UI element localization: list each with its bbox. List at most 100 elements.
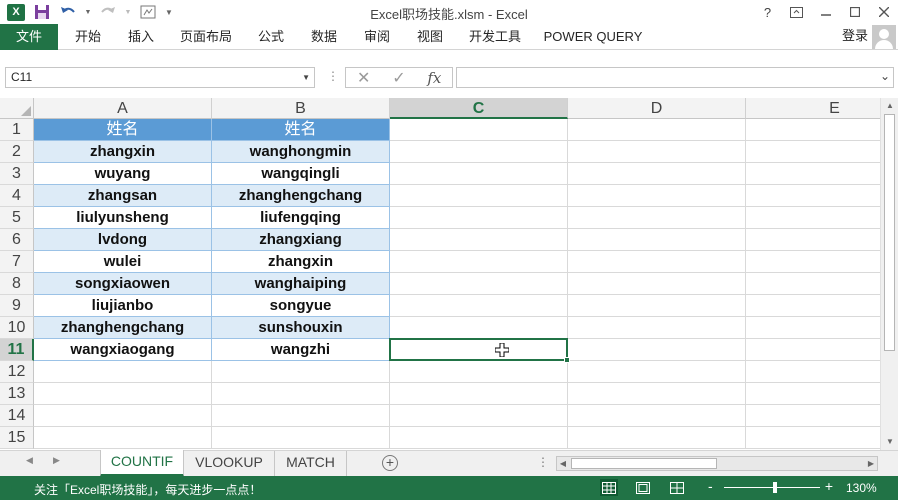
empty-cell[interactable] (390, 163, 568, 185)
row-header-11[interactable]: 11 (0, 339, 34, 361)
empty-cell[interactable] (746, 207, 880, 229)
table-header-cell[interactable]: 姓名 (34, 119, 212, 141)
empty-cell[interactable] (390, 141, 568, 163)
table-cell[interactable]: songxiaowen (34, 273, 212, 295)
empty-cell[interactable] (34, 361, 212, 383)
empty-cell[interactable] (746, 163, 880, 185)
empty-cell[interactable] (390, 317, 568, 339)
table-cell[interactable]: liulyunsheng (34, 207, 212, 229)
empty-cell[interactable] (390, 273, 568, 295)
formula-bar-grip-icon[interactable]: ⋮ (327, 69, 339, 83)
empty-cell[interactable] (746, 383, 880, 405)
row-header-1[interactable]: 1 (0, 119, 34, 141)
scroll-down-icon[interactable]: ▼ (884, 436, 896, 448)
normal-view-icon[interactable] (600, 479, 618, 496)
tab-review[interactable]: 审阅 (359, 24, 395, 50)
empty-cell[interactable] (390, 251, 568, 273)
scroll-up-icon[interactable]: ▲ (884, 100, 896, 112)
empty-cell[interactable] (568, 119, 746, 141)
empty-cell[interactable] (390, 405, 568, 427)
empty-cell[interactable] (568, 141, 746, 163)
empty-cell[interactable] (390, 427, 568, 449)
row-header-8[interactable]: 8 (0, 273, 34, 295)
zoom-out-button[interactable]: - (708, 478, 713, 494)
empty-cell[interactable] (568, 427, 746, 449)
empty-cell[interactable] (746, 361, 880, 383)
sheet-tab-match[interactable]: MATCH (275, 451, 347, 476)
empty-cell[interactable] (568, 405, 746, 427)
empty-cell[interactable] (746, 229, 880, 251)
table-cell[interactable]: zhangxiang (212, 229, 390, 251)
table-cell[interactable]: wangxiaogang (34, 339, 212, 361)
empty-cell[interactable] (746, 251, 880, 273)
minimize-icon[interactable] (811, 0, 840, 24)
empty-cell[interactable] (34, 383, 212, 405)
tab-power-query[interactable]: POWER QUERY (543, 24, 643, 50)
empty-cell[interactable] (746, 119, 880, 141)
help-icon[interactable]: ? (753, 0, 782, 24)
empty-cell[interactable] (568, 207, 746, 229)
table-cell[interactable]: zhanghengchang (34, 317, 212, 339)
empty-cell[interactable] (568, 361, 746, 383)
add-sheet-button[interactable]: + (382, 455, 398, 471)
name-box-dropdown-icon[interactable]: ▼ (302, 68, 310, 87)
table-cell[interactable]: liujianbo (34, 295, 212, 317)
empty-cell[interactable] (746, 317, 880, 339)
empty-cell[interactable] (746, 141, 880, 163)
table-cell[interactable]: wangzhi (212, 339, 390, 361)
table-cell[interactable]: lvdong (34, 229, 212, 251)
tab-file[interactable]: 文件 (0, 24, 58, 50)
table-header-cell[interactable]: 姓名 (212, 119, 390, 141)
empty-cell[interactable] (390, 361, 568, 383)
sheet-tab-vlookup[interactable]: VLOOKUP (184, 451, 275, 476)
table-cell[interactable]: zhangxin (34, 141, 212, 163)
table-cell[interactable]: wangqingli (212, 163, 390, 185)
column-header-e[interactable]: E (746, 98, 880, 119)
formula-input[interactable]: ⌄ (456, 67, 894, 88)
zoom-track[interactable] (724, 487, 820, 488)
zoom-in-button[interactable]: + (825, 478, 833, 494)
zoom-slider[interactable]: - + (708, 478, 833, 497)
empty-cell[interactable] (390, 295, 568, 317)
empty-cell[interactable] (746, 295, 880, 317)
row-header-14[interactable]: 14 (0, 405, 34, 427)
sign-in-link[interactable]: 登录 (842, 24, 868, 50)
table-cell[interactable]: zhangsan (34, 185, 212, 207)
empty-cell[interactable] (390, 119, 568, 141)
empty-cell[interactable] (390, 185, 568, 207)
empty-cell[interactable] (568, 295, 746, 317)
empty-cell[interactable] (390, 229, 568, 251)
select-all-corner[interactable] (0, 98, 34, 119)
column-header-a[interactable]: A (34, 98, 212, 119)
empty-cell[interactable] (212, 405, 390, 427)
ribbon-display-icon[interactable] (782, 0, 811, 24)
sheet-tab-countif[interactable]: COUNTIF (100, 450, 184, 477)
prev-sheet-icon[interactable]: ◀ (26, 455, 33, 466)
row-header-10[interactable]: 10 (0, 317, 34, 339)
table-cell[interactable]: wulei (34, 251, 212, 273)
column-header-d[interactable]: D (568, 98, 746, 119)
table-cell[interactable]: zhanghengchang (212, 185, 390, 207)
tab-formulas[interactable]: 公式 (253, 24, 289, 50)
row-header-12[interactable]: 12 (0, 361, 34, 383)
table-cell[interactable]: liufengqing (212, 207, 390, 229)
column-header-c[interactable]: C (390, 98, 568, 119)
tab-developer[interactable]: 开发工具 (466, 24, 524, 50)
scroll-left-icon[interactable]: ◀ (557, 457, 569, 470)
row-header-5[interactable]: 5 (0, 207, 34, 229)
row-header-2[interactable]: 2 (0, 141, 34, 163)
vertical-scroll-thumb[interactable] (884, 114, 895, 351)
maximize-icon[interactable] (840, 0, 869, 24)
empty-cell[interactable] (568, 317, 746, 339)
empty-cell[interactable] (746, 339, 880, 361)
empty-cell[interactable] (390, 383, 568, 405)
table-cell[interactable]: sunshouxin (212, 317, 390, 339)
table-cell[interactable]: wanghaiping (212, 273, 390, 295)
row-header-4[interactable]: 4 (0, 185, 34, 207)
empty-cell[interactable] (568, 273, 746, 295)
horizontal-scrollbar[interactable]: ◀ ▶ (556, 456, 878, 471)
insert-function-icon[interactable]: fx (417, 69, 452, 87)
confirm-entry-icon[interactable]: ✓ (381, 68, 416, 88)
tab-view[interactable]: 视图 (412, 24, 448, 50)
horizontal-scroll-thumb[interactable] (571, 458, 717, 469)
